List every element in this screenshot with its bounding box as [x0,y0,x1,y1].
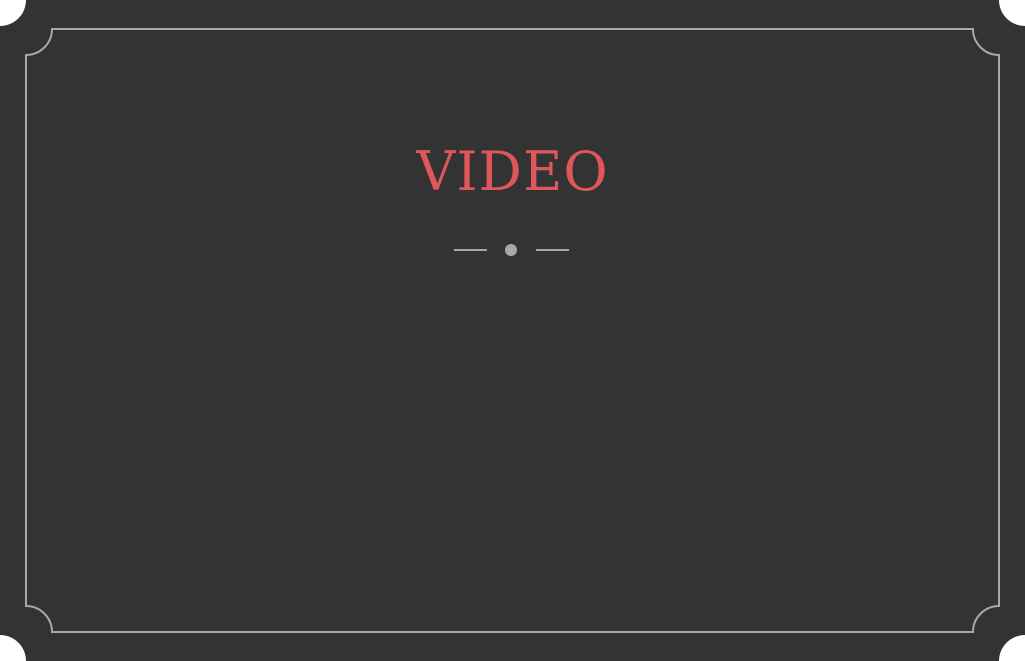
title-divider-icon [454,240,570,260]
divider-dot [505,244,517,256]
divider-line-right [536,249,569,251]
slide-title: VIDEO [416,140,609,203]
divider-line-left [454,249,487,251]
decorative-frame [25,28,1000,633]
slide-card: VIDEO [0,0,1025,661]
